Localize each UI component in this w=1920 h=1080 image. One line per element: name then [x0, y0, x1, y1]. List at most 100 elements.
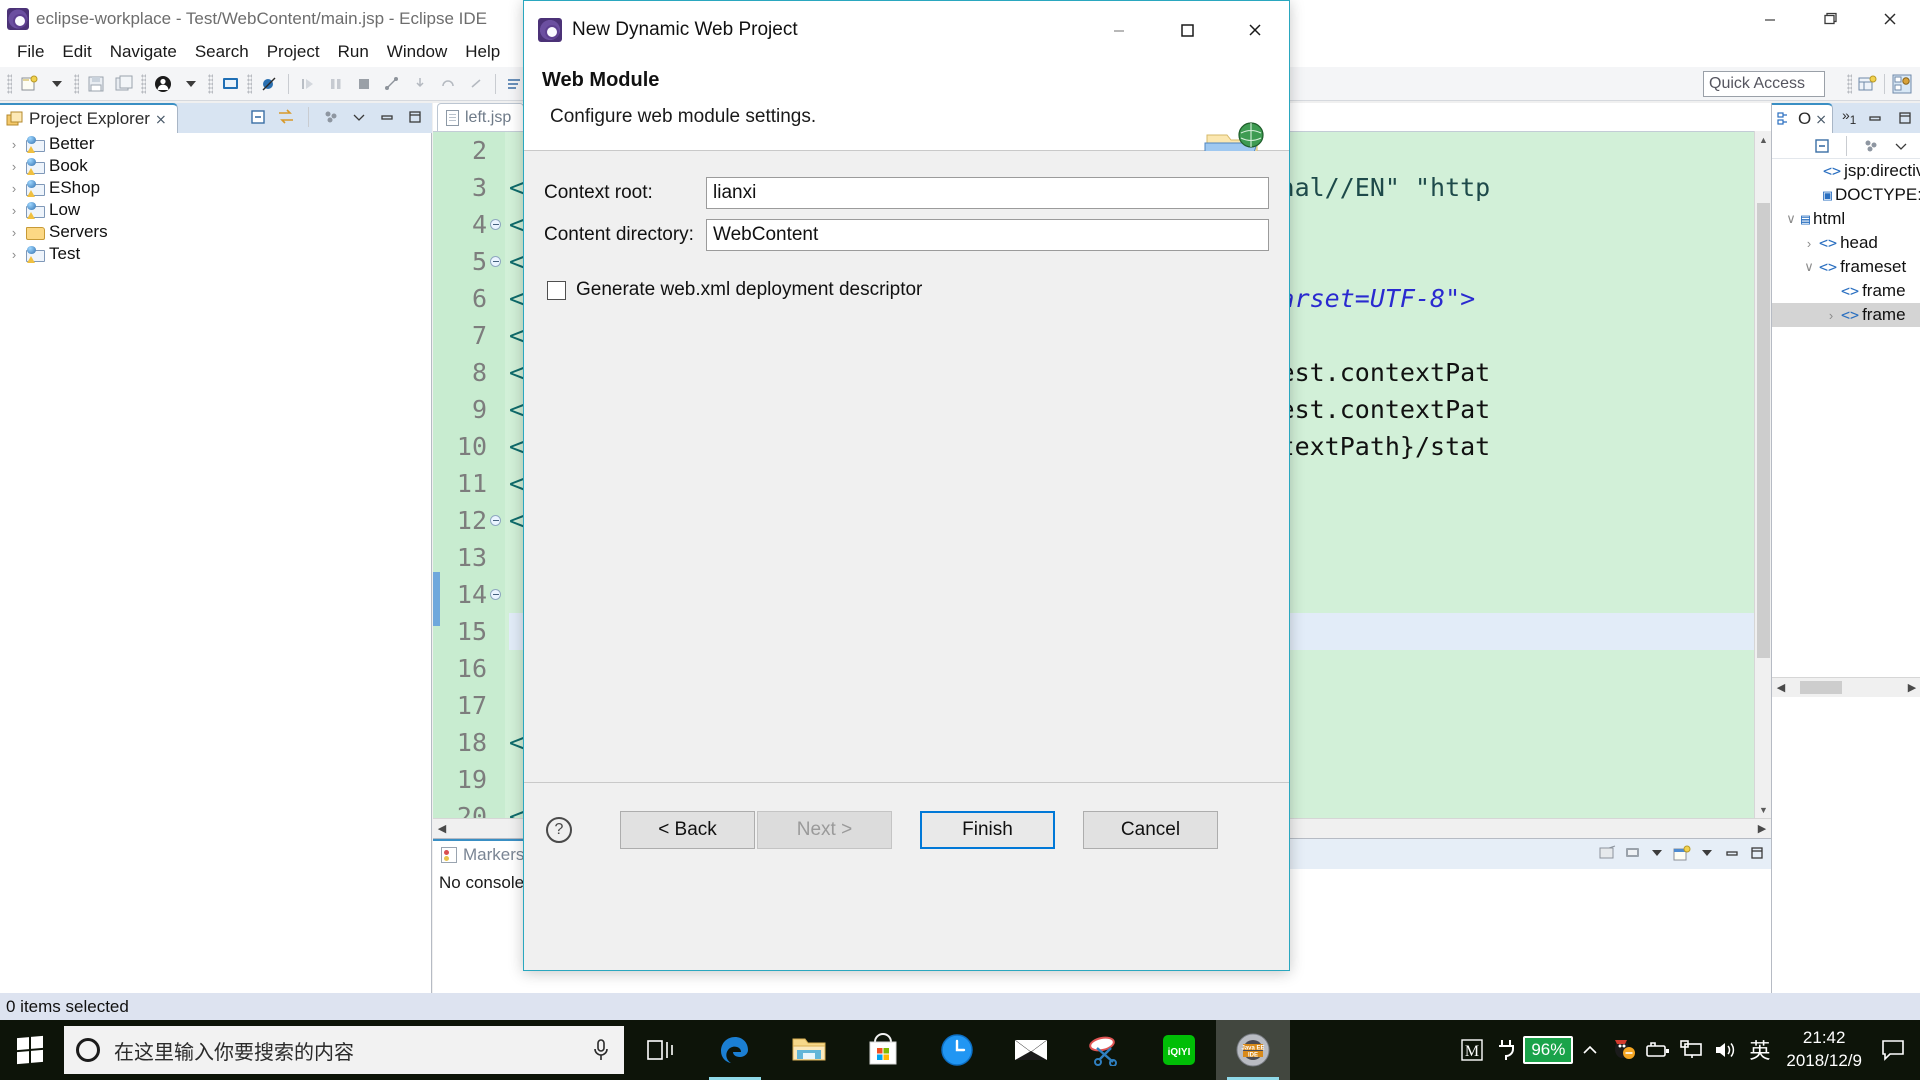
view-menu-icon[interactable]	[320, 106, 342, 128]
generate-webxml-checkbox-row[interactable]: Generate web.xml deployment descriptor	[544, 279, 1269, 301]
minimize-button[interactable]	[1740, 0, 1800, 37]
restore-button[interactable]	[1800, 0, 1860, 37]
skip-breakpoints-icon[interactable]	[256, 71, 282, 97]
dialog-maximize-button[interactable]	[1153, 1, 1221, 59]
show-hidden-icons-chevron-icon[interactable]	[1573, 1020, 1607, 1080]
twisty-icon[interactable]: ›	[6, 225, 22, 240]
open-perspective-icon[interactable]	[1855, 72, 1879, 96]
help-icon[interactable]: ?	[546, 817, 572, 843]
menu-project[interactable]: Project	[258, 40, 329, 64]
outline-scroll-left-arrow[interactable]: ◀	[1772, 679, 1790, 697]
task-view-button[interactable]	[624, 1020, 698, 1080]
tab-project-explorer[interactable]: Project Explorer ⨯	[0, 103, 178, 133]
toolbar-grip[interactable]	[7, 73, 12, 94]
view-menu-chevron-icon[interactable]	[1890, 135, 1912, 157]
scroll-down-arrow[interactable]: ▼	[1755, 801, 1772, 818]
outline-item-doctypeh[interactable]: ▣DOCTYPE:h	[1772, 183, 1920, 207]
outline-item-frameset[interactable]: ∨ <> frameset	[1772, 255, 1920, 279]
menu-help[interactable]: Help	[456, 40, 509, 64]
quick-access-input[interactable]: Quick Access	[1703, 71, 1825, 97]
collapse-all-icon[interactable]	[1811, 135, 1833, 157]
menu-run[interactable]: Run	[329, 40, 378, 64]
taskbar-search-box[interactable]: 在这里输入你要搜索的内容	[64, 1026, 624, 1074]
file-explorer-button[interactable]	[772, 1020, 846, 1080]
fold-collapse-icon[interactable]	[490, 256, 501, 267]
step-into-icon[interactable]	[407, 71, 433, 97]
outline-item-frame[interactable]: <> frame	[1772, 279, 1920, 303]
project-tree[interactable]: › Better › Book › EShop › Low › Servers › Test	[0, 133, 432, 265]
scroll-up-arrow[interactable]: ▲	[1755, 131, 1772, 148]
step-over-icon[interactable]	[435, 71, 461, 97]
dialog-minimize-button[interactable]	[1085, 1, 1153, 59]
twisty-icon[interactable]: ›	[6, 247, 22, 262]
user-dropdown-icon[interactable]	[178, 71, 204, 97]
snipping-tool-button[interactable]	[1068, 1020, 1142, 1080]
terminate-icon[interactable]	[351, 71, 377, 97]
twisty-icon[interactable]: ∨	[1802, 259, 1816, 275]
minimize-view-icon[interactable]	[1864, 107, 1886, 129]
volume-icon[interactable]	[1709, 1020, 1743, 1080]
twisty-icon[interactable]: ∨	[1784, 211, 1798, 227]
twisty-icon[interactable]: ›	[1824, 308, 1838, 323]
finish-button[interactable]: Finish	[920, 811, 1055, 849]
outline-overflow[interactable]: »1	[1842, 107, 1856, 127]
context-root-input[interactable]: lianxi	[706, 177, 1269, 209]
scroll-right-arrow[interactable]: ▶	[1753, 820, 1771, 838]
maximize-view-icon[interactable]	[404, 106, 426, 128]
generate-webxml-checkbox[interactable]	[547, 280, 566, 300]
tree-item-better[interactable]: › Better	[0, 133, 432, 155]
twisty-icon[interactable]: ›	[6, 137, 22, 152]
tab-outline[interactable]: O ⨯	[1772, 103, 1833, 133]
view-menu-icon[interactable]	[1860, 135, 1882, 157]
microsoft-edge-button[interactable]	[698, 1020, 772, 1080]
cancel-button[interactable]: Cancel	[1083, 811, 1218, 849]
display-selected-console-icon[interactable]	[1622, 843, 1642, 863]
tree-item-eshop[interactable]: › EShop	[0, 177, 432, 199]
user-icon[interactable]	[150, 71, 176, 97]
outline-tree[interactable]: <>jsp:directiv▣DOCTYPE:h∨▤html›<>head∨<>…	[1772, 159, 1920, 327]
console-dropdown-icon[interactable]	[1647, 843, 1667, 863]
fold-collapse-icon[interactable]	[490, 219, 501, 230]
editor-vertical-scrollbar[interactable]: ▲ ▼	[1754, 131, 1772, 838]
network-icon[interactable]	[1675, 1020, 1709, 1080]
twisty-icon[interactable]: ›	[6, 203, 22, 218]
fold-collapse-icon[interactable]	[490, 515, 501, 526]
ime-indicator[interactable]: 英	[1743, 1035, 1776, 1065]
tree-item-servers[interactable]: › Servers	[0, 221, 432, 243]
new-wizard-dropdown-icon[interactable]	[44, 71, 70, 97]
outline-item-jspdirectiv[interactable]: <> jsp:directiv	[1772, 159, 1920, 183]
new-console-view-icon[interactable]	[1672, 843, 1692, 863]
mendeley-badge-icon[interactable]: M	[1455, 1020, 1489, 1080]
tab-left-jsp[interactable]: left.jsp	[437, 103, 525, 131]
scroll-thumb[interactable]	[1757, 203, 1770, 658]
tree-item-test[interactable]: › Test	[0, 243, 432, 265]
menu-edit[interactable]: Edit	[53, 40, 100, 64]
clock[interactable]: 21:42 2018/12/9	[1776, 1027, 1872, 1073]
microsoft-store-button[interactable]	[846, 1020, 920, 1080]
link-with-editor-icon[interactable]	[275, 106, 297, 128]
view-menu-chevron-icon[interactable]	[348, 106, 370, 128]
outline-item-head[interactable]: › <> head	[1772, 231, 1920, 255]
save-icon[interactable]	[83, 71, 109, 97]
clock-app-button[interactable]	[920, 1020, 994, 1080]
battery-indicator[interactable]: 96%	[1523, 1020, 1574, 1080]
java-ee-perspective-icon[interactable]	[1890, 72, 1914, 96]
twisty-icon[interactable]: ›	[6, 159, 22, 174]
new-console-dropdown-icon[interactable]	[1697, 843, 1717, 863]
minimize-panel-icon[interactable]	[1722, 843, 1742, 863]
battery-tray-icon[interactable]	[1641, 1020, 1675, 1080]
menu-navigate[interactable]: Navigate	[101, 40, 186, 64]
menu-window[interactable]: Window	[378, 40, 456, 64]
tab-markers[interactable]: Markers	[433, 839, 534, 869]
outline-scroll-right-arrow[interactable]: ▶	[1903, 679, 1920, 697]
close-icon[interactable]: ⨯	[1815, 111, 1827, 128]
collapse-all-icon[interactable]	[247, 106, 269, 128]
close-icon[interactable]: ⨯	[155, 111, 167, 128]
menu-search[interactable]: Search	[186, 40, 258, 64]
iqiyi-button[interactable]: iQIYI	[1142, 1020, 1216, 1080]
tree-item-low[interactable]: › Low	[0, 199, 432, 221]
open-console-icon[interactable]	[217, 71, 243, 97]
content-directory-input[interactable]: WebContent	[706, 219, 1269, 251]
twisty-icon[interactable]: ›	[1802, 236, 1816, 251]
qq-icon[interactable]	[1607, 1020, 1641, 1080]
